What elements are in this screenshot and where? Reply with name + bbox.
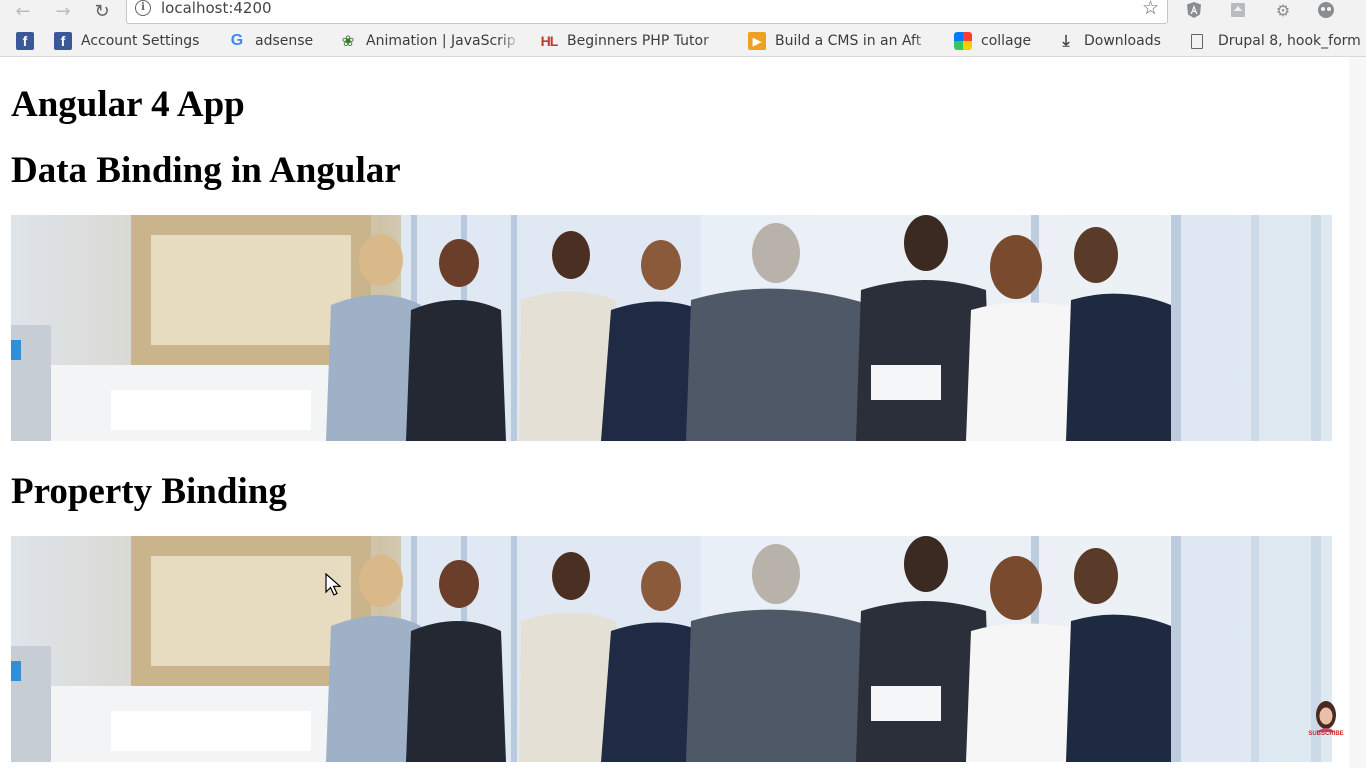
subscribe-watermark[interactable]: SUBSCRIBE [1305,698,1347,764]
address-bar[interactable]: i localhost:4200 ☆ [126,0,1168,24]
reload-icon[interactable]: ↻ [89,0,115,22]
back-arrow-icon[interactable]: ← [10,0,36,22]
settings-gear-icon[interactable]: ⚙ [1272,0,1294,20]
page-content: Angular 4 App Data Binding in Angular Pr… [0,57,1366,768]
bookmark-label: Drupal 8, hook_form [1218,33,1361,49]
bookmark-label: adsense [255,33,314,49]
bookmark-label: Build a CMS in an Aft [775,33,922,49]
url-text[interactable]: localhost:4200 [161,0,272,17]
bookmarks-bar: f f Account Settings G adsense ❀ Animati… [0,26,1366,57]
bookmark-build-a-cms[interactable]: ▶ Build a CMS in an Aft [748,31,935,51]
bookmark-adsense[interactable]: G adsense [228,31,313,51]
team-banner-image [11,215,1332,441]
info-icon[interactable]: i [135,0,151,16]
bookmark-label: Beginners PHP Tutor [567,33,709,49]
cms-icon: ▶ [748,32,766,50]
google-icon: G [230,32,244,49]
extension-badge-icon[interactable] [1315,0,1337,20]
browser-toolbar: ← → ↻ i localhost:4200 ☆ ⚙ [0,0,1366,26]
bookmark-star-icon[interactable]: ☆ [1142,0,1159,19]
hl-icon: HL [540,33,559,49]
heading-data-binding: Data Binding in Angular [11,150,401,191]
bookmark-downloads[interactable]: ⤓ Downloads [1057,31,1161,51]
channel-avatar-icon [1316,701,1336,732]
bookmark-animation-javascript[interactable]: ❀ Animation | JavaScrip [339,31,521,51]
bookmark-account-settings[interactable]: f Account Settings [54,31,199,51]
page-scrollbar[interactable] [1349,57,1366,768]
bookmark-label: Downloads [1084,33,1161,49]
forward-arrow-icon[interactable]: → [50,0,76,22]
bookmark-label: collage [981,33,1032,49]
bookmark-facebook[interactable]: f [16,31,43,51]
bookmark-collage[interactable]: collage [954,31,1031,51]
facebook-icon: f [16,32,34,50]
team-banner-image-property-bound [11,536,1332,762]
extension-square-icon[interactable] [1227,0,1249,20]
subscribe-label: SUBSCRIBE [1308,731,1344,737]
download-icon: ⤓ [1062,31,1070,50]
page-icon [1191,33,1203,49]
animation-icon: ❀ [341,32,355,50]
page-title: Angular 4 App [11,84,245,125]
facebook-icon: f [54,32,72,50]
bookmark-label: Account Settings [81,33,200,49]
angular-extension-icon[interactable] [1183,0,1205,20]
mouse-cursor-icon [325,573,342,596]
collage-icon [954,32,972,50]
bookmark-drupal[interactable]: Drupal 8, hook_form [1188,31,1366,51]
heading-property-binding: Property Binding [11,471,287,512]
bookmark-beginners-php[interactable]: HL Beginners PHP Tutor [540,31,725,51]
bookmark-label: Animation | JavaScrip [366,33,516,49]
